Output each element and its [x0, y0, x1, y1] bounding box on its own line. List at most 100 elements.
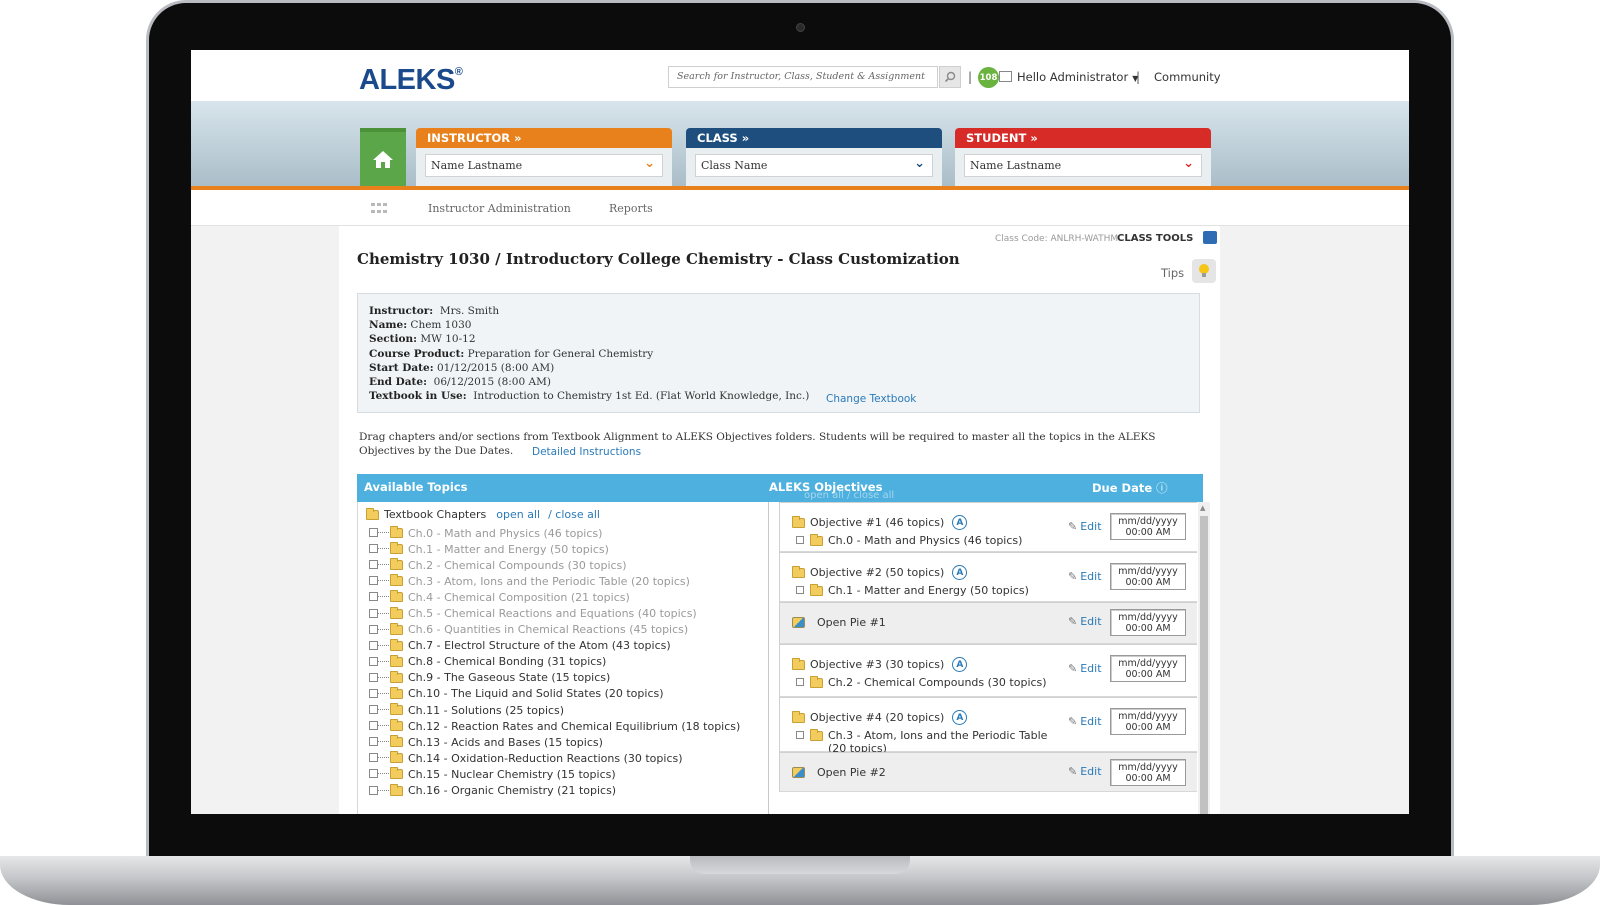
- search-button[interactable]: [939, 66, 961, 88]
- objective-row[interactable]: Objective #4 (20 topics) A Ch.3 - Atom, Io…: [779, 697, 1197, 755]
- expand-icon[interactable]: [366, 753, 390, 763]
- aleks-logo[interactable]: ALEKS®: [359, 64, 463, 97]
- expand-icon[interactable]: [366, 785, 390, 796]
- objective-chapter[interactable]: Ch.1 - Matter and Energy (50 topics): [796, 584, 1066, 597]
- due-date-input[interactable]: mm/dd/yyyy 00:00 AM: [1110, 609, 1186, 636]
- textbook-chapters-root[interactable]: Textbook Chapters open all / close all: [366, 507, 600, 521]
- due-date-input[interactable]: mm/dd/yyyy 00:00 AM: [1110, 563, 1186, 590]
- chapter-item[interactable]: Ch.3 - Atom, Ions and the Periodic Table…: [366, 573, 740, 589]
- user-menu[interactable]: Hello Administrator ▼: [1017, 70, 1138, 84]
- instructor-panel-title[interactable]: INSTRUCTOR »: [416, 128, 672, 148]
- chapter-item[interactable]: Ch.0 - Math and Physics (46 topics): [366, 525, 740, 541]
- expand-icon[interactable]: [366, 688, 390, 699]
- objective-title[interactable]: Objective #4 (20 topics) A: [792, 710, 968, 725]
- chapter-item[interactable]: Ch.4 - Chemical Composition (21 topics): [366, 589, 740, 605]
- student-panel-title[interactable]: STUDENT »: [955, 128, 1211, 148]
- info-icon[interactable]: ⓘ: [1156, 481, 1168, 495]
- expand-icon[interactable]: [366, 544, 390, 554]
- expand-icon[interactable]: [796, 586, 804, 594]
- open-pie-title[interactable]: Open Pie #2: [792, 766, 886, 779]
- open-all-link[interactable]: open all: [496, 508, 540, 521]
- objective-title[interactable]: Objective #1 (46 topics) A: [792, 515, 968, 530]
- expand-icon[interactable]: [366, 608, 390, 619]
- chapter-item[interactable]: Ch.15 - Nuclear Chemistry (15 topics): [366, 766, 740, 782]
- aleks-badge-icon[interactable]: A: [952, 565, 968, 580]
- chapter-item[interactable]: Ch.12 - Reaction Rates and Chemical Equi…: [366, 718, 740, 734]
- detailed-instructions-link[interactable]: Detailed Instructions: [532, 446, 641, 458]
- aleks-badge-icon[interactable]: A: [952, 515, 968, 530]
- tips-button[interactable]: [1192, 259, 1216, 283]
- expand-icon[interactable]: [366, 737, 390, 747]
- class-select[interactable]: Class Name ⌄: [695, 154, 933, 177]
- edit-button[interactable]: ✎ Edit: [1068, 662, 1102, 675]
- chapter-item[interactable]: Ch.7 - Electrol Structure of the Atom (4…: [366, 638, 740, 654]
- expand-icon[interactable]: [796, 731, 804, 739]
- class-tools-button[interactable]: CLASS TOOLS: [1117, 233, 1193, 244]
- due-date-input[interactable]: mm/dd/yyyy 00:00 AM: [1110, 513, 1186, 540]
- objective-row[interactable]: Objective #3 (30 topics) A Ch.2 - Chemical…: [779, 644, 1197, 697]
- expand-icon[interactable]: [366, 576, 390, 586]
- chapter-item[interactable]: Ch.8 - Chemical Bonding (31 topics): [366, 654, 740, 670]
- chapter-item[interactable]: Ch.10 - The Liquid and Solid States (20 …: [366, 686, 740, 702]
- chapter-item[interactable]: Ch.6 - Quantities in Chemical Reactions …: [366, 622, 740, 638]
- chapter-item[interactable]: Ch.9 - The Gaseous State (15 topics): [366, 670, 740, 686]
- class-panel-title[interactable]: CLASS »: [686, 128, 942, 148]
- expand-icon[interactable]: [366, 624, 390, 635]
- class-tools-icon[interactable]: [1203, 231, 1217, 244]
- expand-icon[interactable]: [366, 721, 390, 731]
- chapter-item[interactable]: Ch.11 - Solutions (25 topics): [366, 702, 740, 718]
- edit-button[interactable]: ✎ Edit: [1068, 615, 1102, 628]
- search-input[interactable]: Search for Instructor, Class, Student & …: [668, 66, 938, 88]
- edit-button[interactable]: ✎ Edit: [1068, 765, 1102, 778]
- aleks-badge-icon[interactable]: A: [952, 657, 968, 672]
- change-textbook-link[interactable]: Change Textbook: [826, 392, 916, 406]
- due-date-input[interactable]: mm/dd/yyyy 00:00 AM: [1110, 708, 1186, 735]
- apps-grid-icon[interactable]: [371, 203, 389, 215]
- objective-chapter[interactable]: Ch.0 - Math and Physics (46 topics): [796, 534, 1066, 547]
- edit-button[interactable]: ✎ Edit: [1068, 520, 1102, 533]
- objective-row[interactable]: Objective #1 (46 topics) A Ch.0 - Math and…: [779, 502, 1197, 552]
- chapter-item[interactable]: Ch.13 - Acids and Bases (15 topics): [366, 734, 740, 750]
- expand-icon[interactable]: [366, 769, 390, 779]
- scroll-up-icon[interactable]: ▲: [1200, 504, 1205, 512]
- open-pie-row[interactable]: Open Pie #1 ✎ Edit mm/dd/yyyy 00:00 AM: [779, 602, 1197, 644]
- expand-icon[interactable]: [366, 592, 390, 602]
- reports-link[interactable]: Reports: [609, 202, 653, 215]
- objective-title[interactable]: Objective #2 (50 topics) A: [792, 565, 968, 580]
- expand-icon[interactable]: [796, 678, 804, 686]
- expand-icon[interactable]: [366, 672, 390, 683]
- aleks-badge-icon[interactable]: A: [952, 710, 968, 725]
- chapter-item[interactable]: Ch.1 - Matter and Energy (50 topics): [366, 541, 740, 557]
- chapter-item[interactable]: Ch.16 - Organic Chemistry (21 topics): [366, 783, 740, 799]
- expand-icon[interactable]: [366, 528, 390, 538]
- scroll-thumb[interactable]: [1200, 516, 1208, 814]
- objective-row[interactable]: Objective #2 (50 topics) A Ch.1 - Matter a…: [779, 552, 1197, 602]
- community-link[interactable]: Community: [1154, 70, 1221, 84]
- edit-button[interactable]: ✎ Edit: [1068, 715, 1102, 728]
- objective-title[interactable]: Objective #3 (30 topics) A: [792, 657, 968, 672]
- student-select[interactable]: Name Lastname ⌄: [964, 154, 1202, 177]
- open-pie-title[interactable]: Open Pie #1: [792, 616, 886, 629]
- due-date-input[interactable]: mm/dd/yyyy 00:00 AM: [1110, 655, 1186, 682]
- expand-icon[interactable]: [366, 705, 390, 715]
- expand-icon[interactable]: [796, 536, 804, 544]
- open-pie-row[interactable]: Open Pie #2 ✎ Edit mm/dd/yyyy 00:00 AM: [779, 752, 1197, 792]
- expand-icon[interactable]: [366, 560, 390, 570]
- due-date-input[interactable]: mm/dd/yyyy 00:00 AM: [1110, 759, 1186, 786]
- chapter-item[interactable]: Ch.2 - Chemical Compounds (30 topics): [366, 557, 740, 573]
- expand-icon[interactable]: [366, 656, 390, 667]
- scrollbar[interactable]: ▲: [1198, 502, 1210, 814]
- home-button[interactable]: [360, 128, 406, 186]
- tips-label[interactable]: Tips: [1161, 266, 1184, 280]
- mail-icon[interactable]: [999, 71, 1012, 82]
- chapter-item[interactable]: Ch.14 - Oxidation-Reduction Reactions (3…: [366, 750, 740, 766]
- objective-chapter[interactable]: Ch.2 - Chemical Compounds (30 topics): [796, 676, 1066, 689]
- chapter-item[interactable]: Ch.5 - Chemical Reactions and Equations …: [366, 605, 740, 621]
- instructor-administration-link[interactable]: Instructor Administration: [428, 202, 571, 215]
- edit-button[interactable]: ✎ Edit: [1068, 570, 1102, 583]
- notification-badge[interactable]: 108: [978, 67, 999, 88]
- expand-icon[interactable]: [366, 640, 390, 651]
- instructor-select[interactable]: Name Lastname ⌄: [425, 154, 663, 177]
- close-all-link[interactable]: / close all: [548, 508, 600, 521]
- chevron-down-icon: ⌄: [914, 156, 925, 171]
